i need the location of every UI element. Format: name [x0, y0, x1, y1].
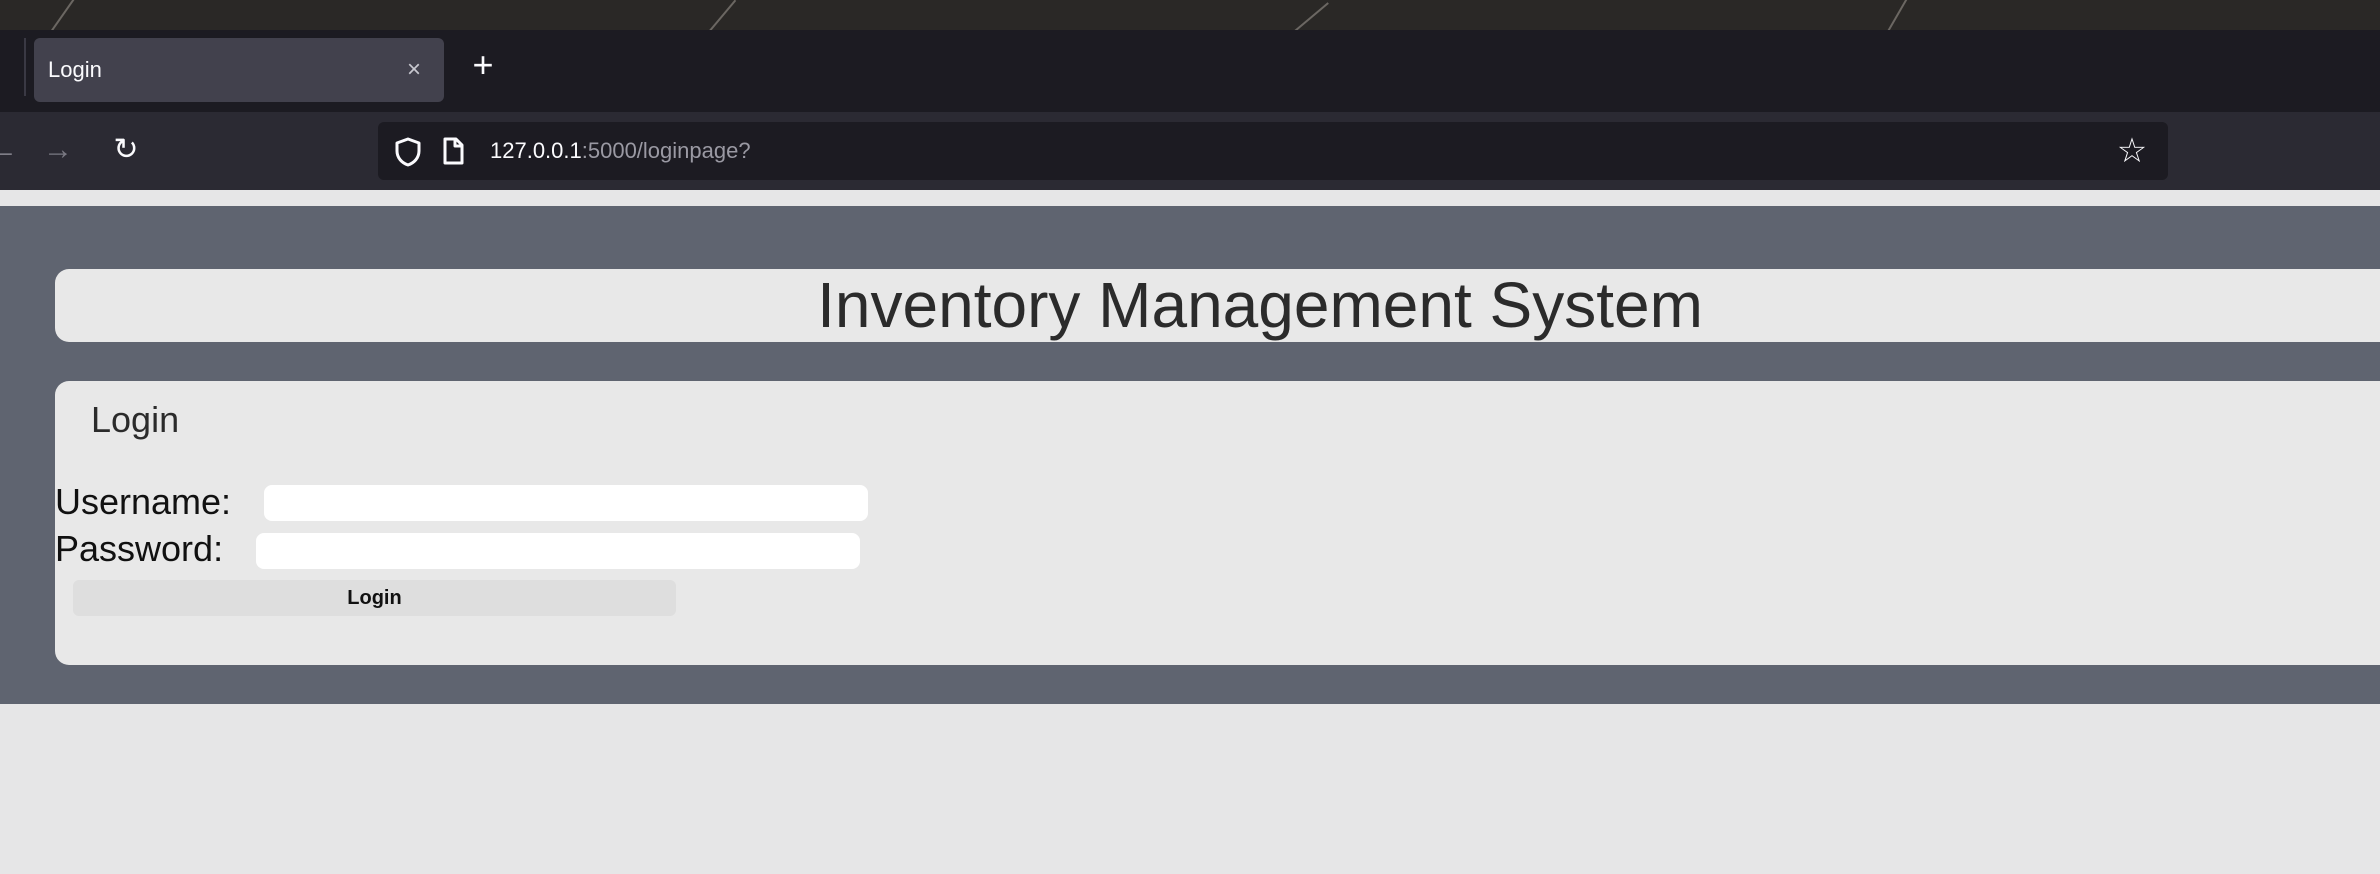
url-host: 127.0.0.1 — [490, 138, 582, 163]
login-heading: Login — [91, 399, 180, 440]
page-content: Inventory Management System Login Userna… — [0, 190, 2380, 874]
background-decoration — [47, 0, 75, 30]
browser-nav-bar: ← → ↻ 127.0.0.1:5000/loginpage? ☆ — [0, 112, 2380, 192]
password-label: Password: — [55, 528, 224, 569]
forward-arrow-icon[interactable]: → — [38, 128, 78, 172]
background-decoration — [1293, 2, 1329, 30]
close-icon[interactable]: × — [394, 50, 434, 90]
tab-title: Login — [48, 57, 102, 82]
url-path: :5000/loginpage? — [581, 138, 751, 163]
reload-icon[interactable]: ↻ — [104, 128, 148, 172]
username-label: Username: — [55, 481, 232, 522]
background-decoration — [1883, 0, 1909, 30]
address-bar[interactable]: 127.0.0.1:5000/loginpage? ☆ — [378, 122, 2168, 180]
plus-icon[interactable]: + — [460, 42, 506, 88]
page-icon[interactable] — [438, 129, 468, 173]
username-input[interactable] — [264, 485, 868, 521]
tab-separator — [24, 38, 26, 96]
url-text[interactable]: 127.0.0.1:5000/loginpage? — [490, 122, 751, 180]
header-panel: Inventory Management System — [55, 269, 2380, 342]
shield-icon[interactable] — [390, 129, 426, 173]
browser-tab-bar: Login × + — [0, 30, 2380, 112]
login-panel: Login Username: Password: Login — [55, 381, 2380, 665]
tab-login[interactable]: Login × — [34, 38, 444, 102]
page-band: Inventory Management System Login Userna… — [0, 206, 2380, 704]
back-arrow-glyph: ← — [0, 133, 18, 166]
page-title: Inventory Management System — [817, 269, 1703, 341]
background-decoration — [705, 0, 737, 30]
back-arrow-icon[interactable]: ← — [0, 128, 20, 172]
password-input[interactable] — [256, 533, 860, 569]
desktop-background — [0, 0, 2380, 30]
star-icon[interactable]: ☆ — [2110, 129, 2154, 173]
login-button[interactable]: Login — [73, 580, 676, 616]
